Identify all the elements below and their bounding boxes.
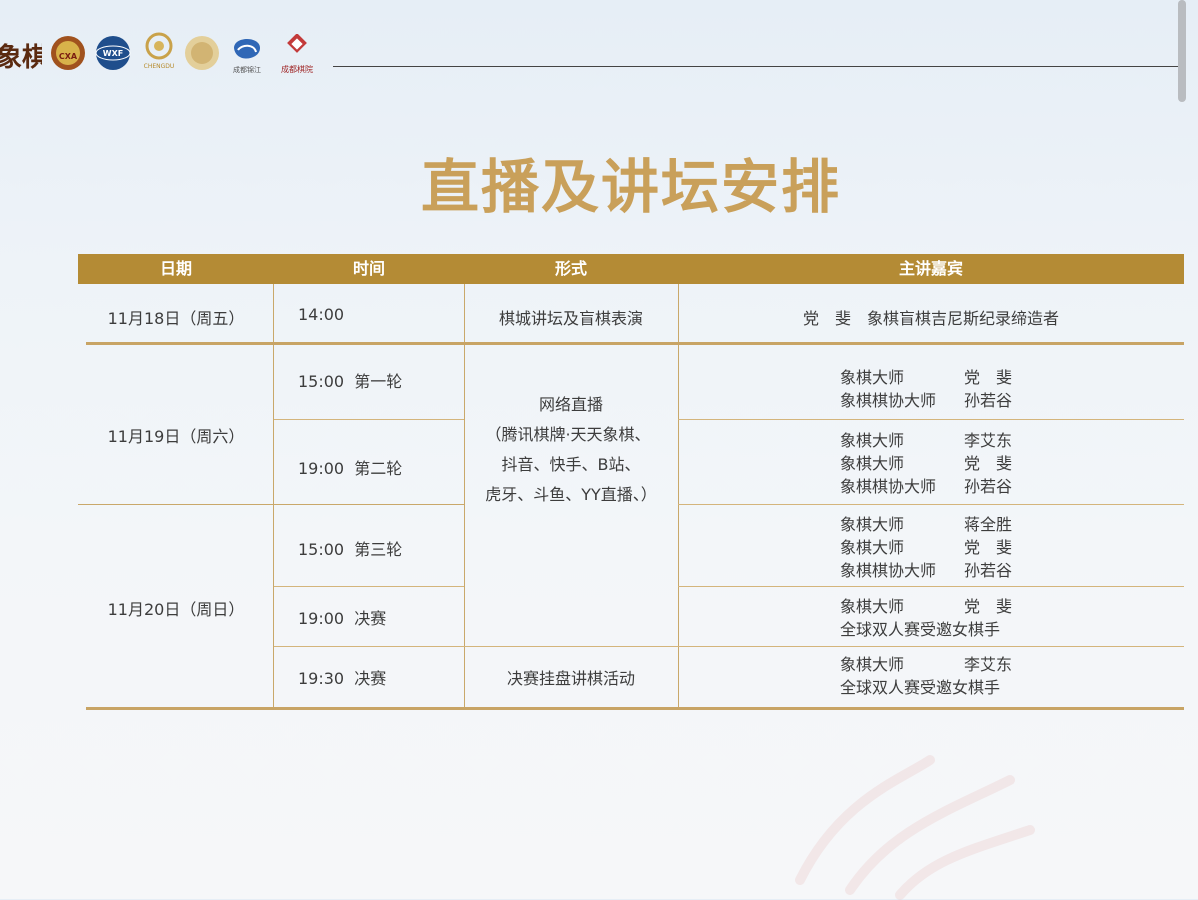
svg-text:CHENGDU: CHENGDU	[144, 63, 175, 70]
guest-name: 党 斐	[964, 454, 1013, 473]
guest-name: 蒋全胜	[964, 515, 1013, 534]
format-cell: 棋城讲坛及盲棋表演	[498, 309, 643, 328]
time-cell: 19:30 决赛	[298, 669, 387, 688]
row-divider	[274, 646, 1184, 647]
page-title: 直播及讲坛安排	[420, 153, 841, 221]
guest-name: 党 斐	[964, 538, 1013, 557]
time-cell: 19:00 决赛	[298, 609, 387, 628]
guest-title: 全球双人赛受邀女棋手	[840, 678, 1001, 697]
chengdu-chess-logo: 成都棋院	[275, 34, 319, 76]
svg-text:WXF: WXF	[103, 49, 123, 58]
time-cell: 15:00 第三轮	[298, 540, 403, 559]
guest-entry: 象棋棋协大师 孙若谷	[840, 559, 1012, 582]
row-divider	[86, 342, 1184, 345]
guest-cell: 象棋大师 李艾东 象棋大师党 斐 象棋棋协大师 孙若谷	[840, 429, 1012, 498]
guest-title: 象棋大师	[840, 538, 905, 557]
guest-entry: 象棋棋协大师 孙若谷	[840, 389, 1012, 412]
gold-badge-logo	[184, 35, 220, 71]
date-cell: 11月19日（周六）	[107, 427, 245, 446]
guest-cell: 象棋大师 党 斐 象棋棋协大师 孙若谷	[840, 366, 1012, 412]
guest-title: 全球双人赛受邀女棋手	[840, 620, 1001, 639]
grid-line	[273, 284, 274, 708]
guest-title: 象棋大师	[840, 597, 905, 616]
wxf-logo: WXF	[95, 35, 131, 71]
header-divider	[333, 66, 1183, 67]
watermark-decoration	[795, 755, 1035, 900]
guest-cell: 象棋大师 蒋全胜 象棋大师党 斐 象棋棋协大师 孙若谷	[840, 513, 1012, 582]
guest-entry: 象棋大师 党 斐	[840, 366, 1012, 389]
guest-cell: 党 斐 象棋盲棋吉尼斯纪录缔造者	[802, 309, 1059, 328]
guest-entry: 象棋大师 党 斐	[840, 536, 1012, 559]
scrollbar-thumb[interactable]	[1178, 0, 1186, 102]
guest-title: 象棋大师	[840, 454, 905, 473]
guest-name: 党 斐	[964, 597, 1013, 616]
guest-name: 李艾东	[964, 431, 1013, 450]
live-stream-title: 网络直播	[538, 395, 603, 414]
guest-title: 象棋大师	[840, 368, 905, 387]
guest-cell: 象棋大师 李艾东 全球双人赛受邀女棋手	[840, 653, 1012, 699]
format-cell: 决赛挂盘讲棋活动	[506, 669, 635, 688]
guest-name: 党 斐	[964, 368, 1013, 387]
guest-cell: 象棋大师 党 斐 全球双人赛受邀女棋手	[840, 595, 1012, 641]
header-format: 形式	[554, 259, 587, 278]
row-divider	[274, 419, 464, 420]
guest-name: 李艾东	[964, 655, 1013, 674]
guest-entry: 象棋大师 李艾东	[840, 429, 1012, 452]
guest-name: 孙若谷	[964, 561, 1013, 580]
guest-entry: 全球双人赛受邀女棋手	[840, 676, 1012, 699]
time-cell: 19:00 第二轮	[298, 459, 403, 478]
guest-name: 孙若谷	[964, 477, 1013, 496]
platform-list: （腾讯棋牌·天天象棋、	[485, 425, 651, 444]
date-cell: 11月18日（周五）	[107, 309, 245, 328]
guest-title: 象棋棋协大师	[840, 561, 937, 580]
svg-text:成都棋院: 成都棋院	[281, 64, 313, 74]
table-bottom-border	[86, 707, 1184, 710]
header-guests: 主讲嘉宾	[898, 259, 963, 278]
grid-line	[678, 284, 679, 708]
guest-title: 象棋棋协大师	[840, 391, 937, 410]
svg-text:象棋: 象棋	[0, 42, 42, 73]
guest-entry: 象棋大师 蒋全胜	[840, 513, 1012, 536]
guest-title: 象棋棋协大师	[840, 477, 937, 496]
live-stream-format-cell: 网络直播 （腾讯棋牌·天天象棋、 抖音、快手、B站、 虎牙、斗鱼、YY直播、）	[464, 394, 678, 510]
chengdu-logo: CHENGDU	[142, 32, 176, 74]
guest-title: 象棋大师	[840, 655, 905, 674]
guest-name: 孙若谷	[964, 391, 1013, 410]
row-divider	[678, 504, 1184, 505]
event-logo: 象棋	[0, 36, 42, 74]
header-date: 日期	[159, 259, 192, 278]
header-time: 时间	[352, 259, 385, 278]
svg-text:CXA: CXA	[59, 52, 78, 61]
row-divider	[78, 504, 464, 505]
svg-text:成都锦江: 成都锦江	[233, 65, 261, 74]
platform-list: 虎牙、斗鱼、YY直播、）	[485, 485, 657, 504]
cxa-logo: CXA	[50, 35, 86, 71]
date-cell: 11月20日（周日）	[107, 600, 245, 619]
row-divider	[678, 586, 1184, 587]
guest-title: 象棋大师	[840, 515, 905, 534]
guest-title: 象棋大师	[840, 431, 905, 450]
guest-entry: 象棋大师 党 斐	[840, 452, 1012, 475]
guest-entry: 象棋棋协大师 孙若谷	[840, 475, 1012, 498]
jinjiang-logo: 成都锦江	[228, 34, 266, 76]
guest-entry: 象棋大师 党 斐	[840, 595, 1012, 618]
platform-list: 抖音、快手、B站、	[501, 455, 641, 474]
row-divider	[678, 419, 1184, 420]
time-cell: 15:00 第一轮	[298, 372, 403, 391]
time-cell: 14:00	[298, 305, 345, 324]
guest-entry: 象棋大师 李艾东	[840, 653, 1012, 676]
guest-entry: 全球双人赛受邀女棋手	[840, 618, 1012, 641]
row-divider	[274, 586, 464, 587]
